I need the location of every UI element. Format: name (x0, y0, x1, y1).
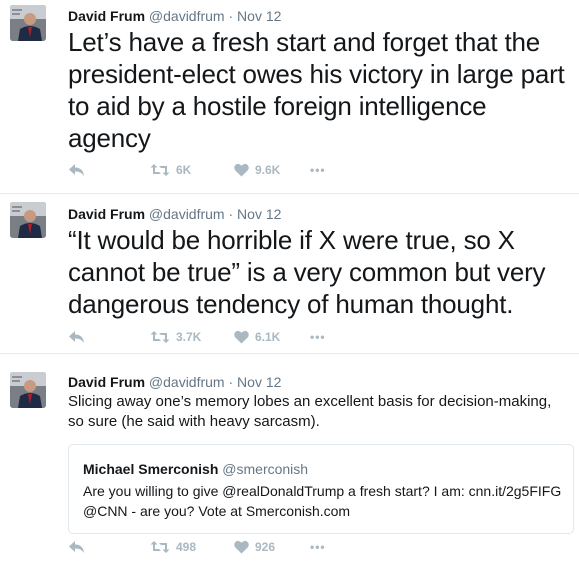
quoted-author-name[interactable]: Michael Smerconish (83, 461, 218, 477)
more-icon: ••• (310, 330, 326, 344)
retweet-button[interactable]: 3.7K (150, 330, 201, 344)
separator: · (228, 206, 234, 222)
reply-button[interactable] (68, 540, 85, 554)
retweet-count: 6K (176, 163, 192, 177)
tweet-header: David Frum @davidfrum · Nov 12 (68, 206, 281, 222)
tweet-text: Slicing away one’s memory lobes an excel… (68, 393, 552, 430)
author-name[interactable]: David Frum (68, 206, 145, 222)
heart-icon (234, 330, 249, 344)
tweet-2[interactable]: David Frum @davidfrum · Nov 12 “It would… (0, 194, 579, 354)
heart-icon (234, 540, 249, 554)
reply-icon (69, 541, 84, 553)
author-handle[interactable]: @davidfrum (149, 374, 225, 390)
tweet-date[interactable]: Nov 12 (237, 8, 281, 24)
like-count: 6.1K (255, 330, 281, 344)
avatar[interactable] (10, 5, 46, 41)
more-icon: ••• (310, 540, 326, 554)
tweet-date[interactable]: Nov 12 (237, 374, 281, 390)
avatar[interactable] (10, 202, 46, 238)
tweet-date[interactable]: Nov 12 (237, 206, 281, 222)
retweet-button[interactable]: 498 (150, 540, 196, 554)
quoted-tweet-text: Are you willing to give @realDonaldTrump… (83, 483, 562, 519)
retweet-icon (150, 541, 170, 553)
heart-icon (234, 163, 249, 177)
more-icon: ••• (310, 163, 326, 177)
author-handle[interactable]: @davidfrum (149, 8, 225, 24)
like-button[interactable]: 926 (234, 540, 275, 554)
retweet-count: 498 (176, 540, 197, 554)
author-name[interactable]: David Frum (68, 374, 145, 390)
separator: · (228, 374, 234, 390)
like-count: 9.6K (255, 163, 281, 177)
author-handle[interactable]: @davidfrum (149, 206, 225, 222)
retweet-count: 3.7K (176, 330, 202, 344)
reply-button[interactable] (68, 330, 85, 344)
retweet-button[interactable]: 6K (150, 163, 191, 177)
tweet-text: “It would be horrible if X were true, so… (68, 225, 546, 319)
more-button[interactable]: ••• (310, 540, 326, 554)
avatar[interactable] (10, 372, 46, 408)
separator: · (228, 8, 234, 24)
quoted-author-handle[interactable]: @smerconish (222, 461, 308, 477)
like-button[interactable]: 9.6K (234, 163, 280, 177)
quoted-tweet[interactable]: Michael Smerconish @smerconish Are you w… (68, 444, 574, 534)
retweet-icon (150, 331, 170, 343)
reply-icon (69, 164, 84, 176)
like-button[interactable]: 6.1K (234, 330, 280, 344)
tweet-1[interactable]: David Frum @davidfrum · Nov 12 Let’s hav… (0, 0, 579, 194)
more-button[interactable]: ••• (310, 163, 326, 177)
tweet-header: David Frum @davidfrum · Nov 12 (68, 8, 281, 24)
author-name[interactable]: David Frum (68, 8, 145, 24)
reply-button[interactable] (68, 163, 85, 177)
retweet-icon (150, 164, 170, 176)
tweet-text: Let’s have a fresh start and forget that… (68, 27, 565, 153)
reply-icon (69, 331, 84, 343)
quoted-tweet-header: Michael Smerconish @smerconish (83, 461, 308, 477)
like-count: 926 (255, 540, 276, 554)
more-button[interactable]: ••• (310, 330, 326, 344)
tweet-header: David Frum @davidfrum · Nov 12 (68, 374, 281, 390)
